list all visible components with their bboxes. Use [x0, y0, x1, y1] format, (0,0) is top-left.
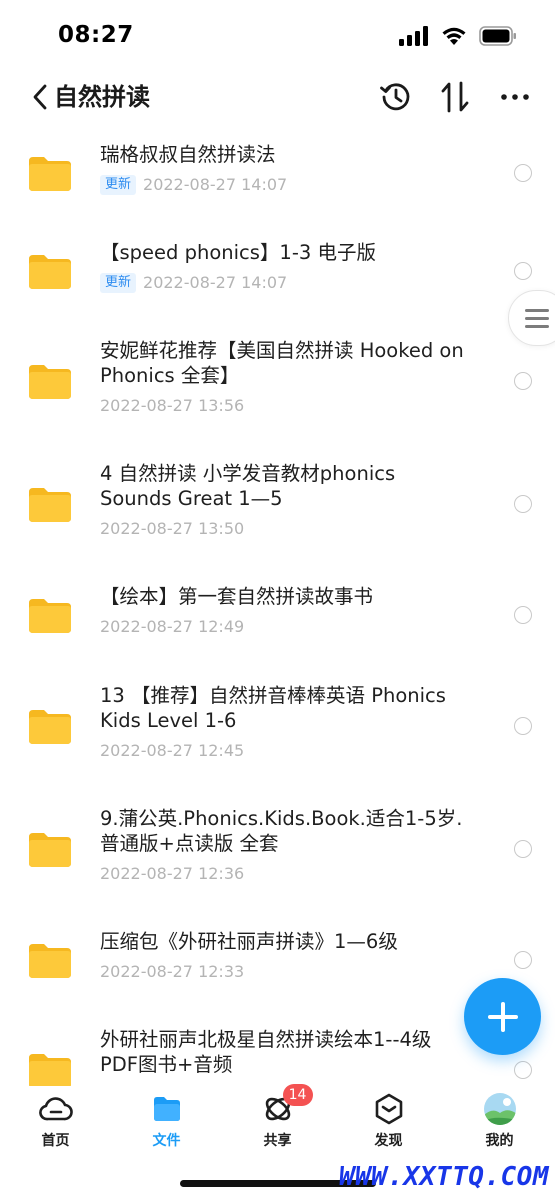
select-checkbox[interactable] — [514, 951, 532, 969]
share-count-badge: 14 — [282, 1084, 313, 1106]
plus-icon — [487, 1001, 518, 1032]
select-checkbox[interactable] — [514, 717, 532, 735]
avatar-icon — [483, 1092, 517, 1126]
file-date: 2022-08-27 13:50 — [100, 519, 245, 538]
update-badge: 更新 — [100, 273, 137, 293]
signal-icon — [399, 26, 428, 46]
battery-icon — [479, 26, 516, 46]
more-button[interactable] — [496, 78, 534, 116]
file-name: 4 自然拼读 小学发音教材phonics Sounds Great 1—5 — [100, 462, 396, 510]
cloud-icon — [38, 1092, 73, 1126]
file-meta: 更新 2022-08-27 14:07 — [100, 273, 470, 293]
handle-line — [525, 325, 549, 328]
history-button[interactable] — [377, 78, 415, 116]
file-text: 【绘本】第一套自然拼读故事书 2022-08-27 12:49 — [100, 584, 470, 637]
status-bar: 08:27 — [0, 0, 555, 72]
file-name: 13 【推荐】自然拼音棒棒英语 Phonics Kids Level 1-6 — [100, 684, 446, 732]
file-text: 【speed phonics】1-3 电子版 更新 2022-08-27 14:07 — [100, 240, 470, 293]
header: 自然拼读 — [0, 72, 555, 124]
select-checkbox[interactable] — [514, 606, 532, 624]
file-name: 瑞格叔叔自然拼读法 — [100, 143, 276, 166]
tab-label: 我的 — [485, 1133, 514, 1149]
file-meta: 2022-08-27 13:50 — [100, 519, 470, 539]
tab-discover[interactable]: 发现 — [333, 1086, 444, 1158]
back-button[interactable] — [28, 80, 52, 114]
sort-button[interactable] — [436, 78, 474, 116]
tab-files[interactable]: 文件 — [111, 1086, 222, 1158]
file-text: 安妮鲜花推荐【美国自然拼读 Hooked on Phonics 全套】 2022-… — [100, 338, 470, 416]
folder-icon — [27, 253, 73, 291]
tab-label: 文件 — [152, 1133, 181, 1149]
tab-label: 发现 — [374, 1133, 403, 1149]
select-checkbox[interactable] — [514, 372, 532, 390]
select-checkbox[interactable] — [514, 164, 532, 182]
folder-icon — [27, 831, 73, 869]
select-checkbox[interactable] — [514, 840, 532, 858]
file-text: 瑞格叔叔自然拼读法 更新 2022-08-27 14:07 — [100, 142, 470, 195]
file-list: 瑞格叔叔自然拼读法 更新 2022-08-27 14:07 【speed phonic… — [0, 124, 555, 1086]
status-time: 08:27 — [58, 22, 134, 48]
update-badge: 更新 — [100, 175, 137, 195]
file-name: 【speed phonics】1-3 电子版 — [100, 241, 376, 264]
tab-share[interactable]: 14 共享 — [222, 1084, 333, 1158]
file-text: 9.蒲公英.Phonics.Kids.Book.适合1-5岁.普通版+点读版 全… — [100, 806, 470, 884]
file-date: 2022-08-27 12:49 — [100, 617, 245, 636]
tab-home[interactable]: 首页 — [0, 1086, 111, 1158]
file-text: 13 【推荐】自然拼音棒棒英语 Phonics Kids Level 1-6 20… — [100, 683, 470, 761]
more-icon — [501, 94, 529, 100]
folder-icon — [27, 597, 73, 635]
tab-profile[interactable]: 我的 — [444, 1086, 555, 1158]
handle-line — [525, 309, 549, 312]
file-text: 压缩包《外研社丽声拼读》1—6级 2022-08-27 12:33 — [100, 929, 470, 982]
file-date: 2022-08-27 14:07 — [143, 175, 288, 194]
page-title: 自然拼读 — [54, 83, 150, 111]
chevron-left-icon — [33, 84, 47, 110]
file-text: 外研社丽声北极星自然拼读绘本1--4级 PDF图书+音频 — [100, 1027, 470, 1085]
folder-icon — [150, 1092, 184, 1126]
select-checkbox[interactable] — [514, 1061, 532, 1079]
file-name: 安妮鲜花推荐【美国自然拼读 Hooked on Phonics 全套】 — [100, 339, 464, 387]
tab-bar: 首页 文件 14 共享 发现 我的 — [0, 1084, 555, 1158]
select-checkbox[interactable] — [514, 495, 532, 513]
file-meta: 2022-08-27 12:33 — [100, 962, 470, 982]
folder-icon — [27, 708, 73, 746]
file-date: 2022-08-27 13:56 — [100, 396, 245, 415]
sort-icon — [441, 81, 469, 113]
wifi-icon — [442, 27, 466, 45]
folder-icon — [27, 1052, 73, 1086]
orbit-icon: 14 — [261, 1084, 313, 1126]
file-text: 4 自然拼读 小学发音教材phonics Sounds Great 1—5 202… — [100, 461, 470, 539]
screen: 08:27 自然拼读 瑞格叔叔自然拼读法 更新 2022-08-27 14:07… — [0, 0, 555, 1200]
file-date: 2022-08-27 12:45 — [100, 741, 245, 760]
side-panel-handle[interactable] — [508, 290, 555, 346]
watermark: WWW.XXTTQ.COM — [339, 1162, 549, 1192]
file-name: 【绘本】第一套自然拼读故事书 — [100, 585, 374, 608]
discover-icon — [372, 1092, 406, 1126]
file-name: 压缩包《外研社丽声拼读》1—6级 — [100, 930, 398, 953]
folder-icon — [27, 486, 73, 524]
file-date: 2022-08-27 12:33 — [100, 962, 245, 981]
folder-icon — [27, 155, 73, 193]
history-icon — [380, 83, 410, 111]
tab-label: 共享 — [263, 1133, 292, 1149]
file-name: 外研社丽声北极星自然拼读绘本1--4级 PDF图书+音频 — [100, 1028, 432, 1076]
file-meta: 2022-08-27 12:45 — [100, 741, 470, 761]
add-button[interactable] — [464, 978, 541, 1055]
file-name: 9.蒲公英.Phonics.Kids.Book.适合1-5岁.普通版+点读版 全… — [100, 807, 463, 855]
tab-label: 首页 — [41, 1133, 70, 1149]
folder-icon — [27, 363, 73, 401]
status-icons — [399, 26, 517, 46]
file-meta: 2022-08-27 13:56 — [100, 396, 470, 416]
file-date: 2022-08-27 12:36 — [100, 864, 245, 883]
file-date: 2022-08-27 14:07 — [143, 273, 288, 292]
file-meta: 2022-08-27 12:49 — [100, 617, 470, 637]
file-meta: 更新 2022-08-27 14:07 — [100, 175, 470, 195]
folder-icon — [27, 942, 73, 980]
file-meta: 2022-08-27 12:36 — [100, 864, 470, 884]
handle-line — [525, 317, 549, 320]
select-checkbox[interactable] — [514, 262, 532, 280]
